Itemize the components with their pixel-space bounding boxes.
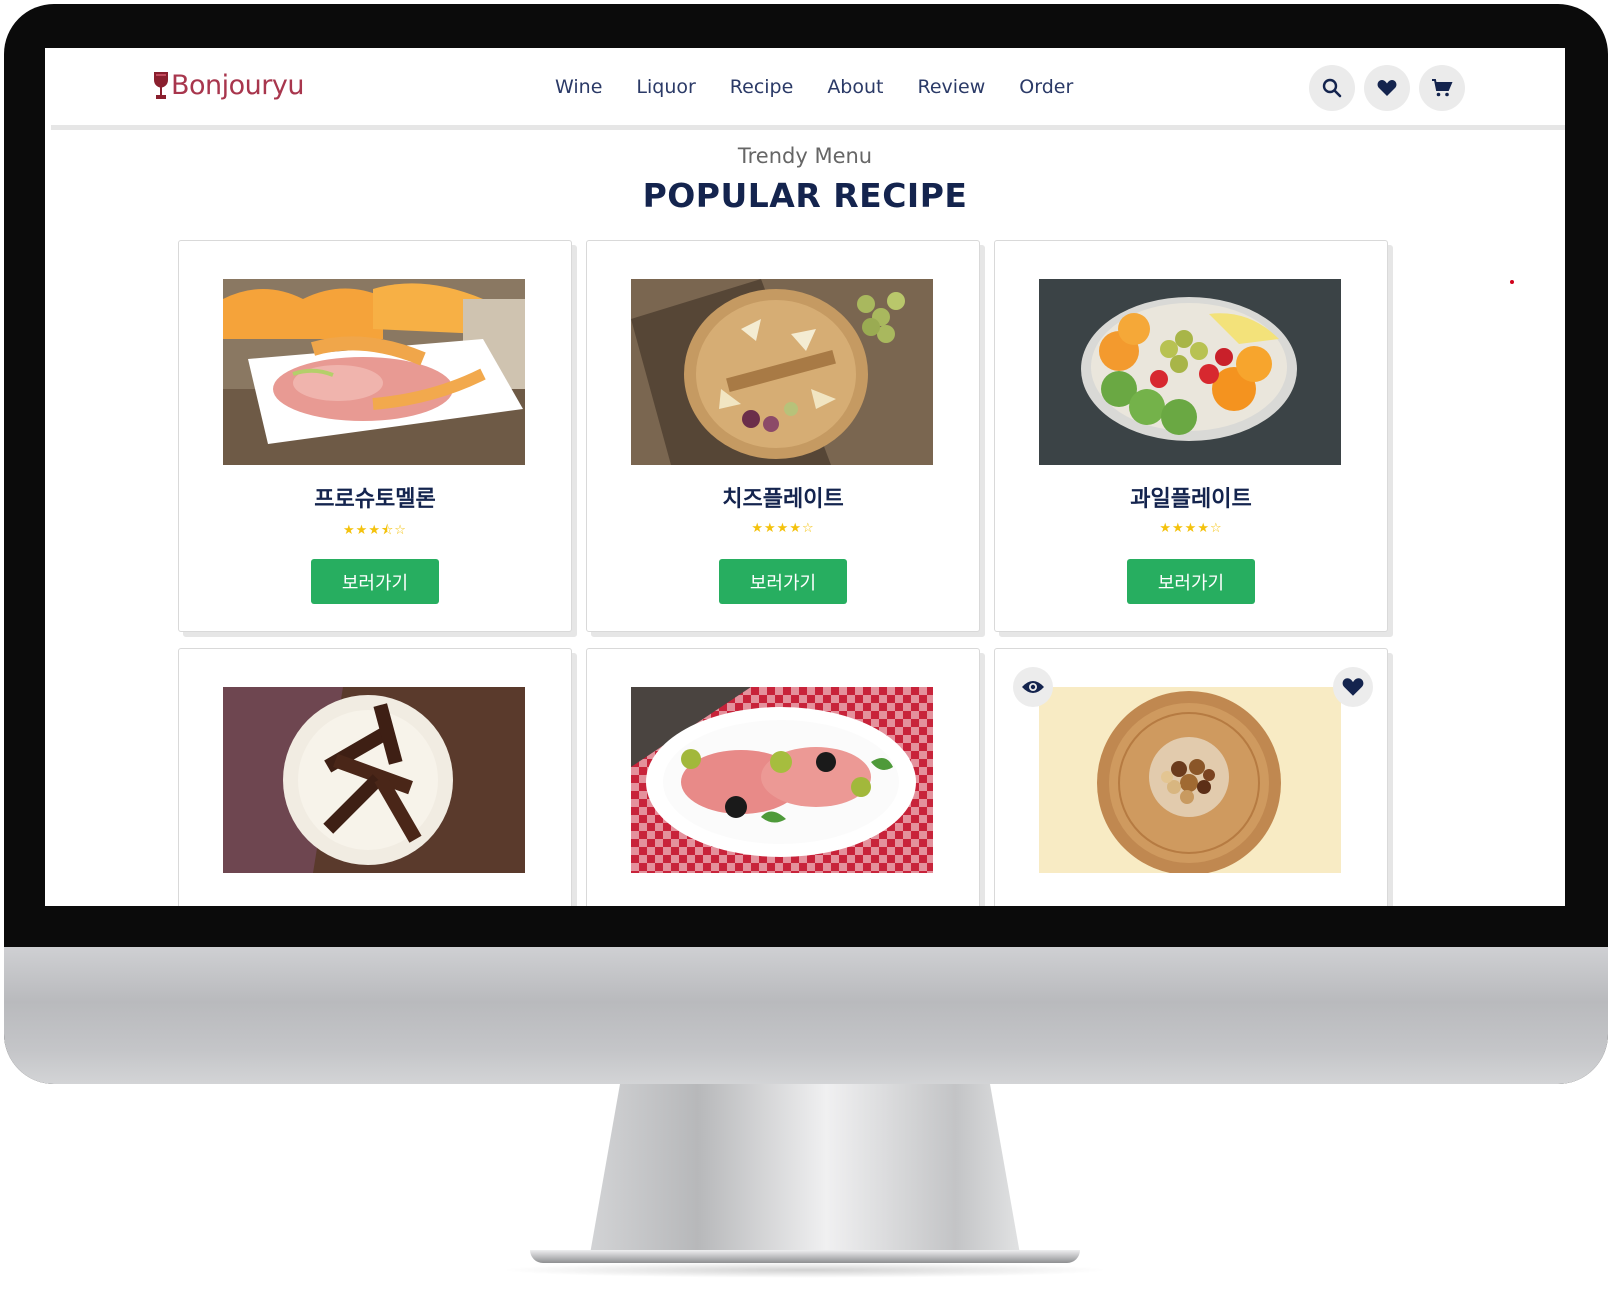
brand-name: Bonjouryu xyxy=(171,70,304,101)
nav-icon-buttons xyxy=(1309,65,1465,111)
recipe-title: 프로슈토멜론 xyxy=(314,487,436,512)
recipe-card xyxy=(586,648,980,906)
nav-link-liquor[interactable]: Liquor xyxy=(636,76,695,98)
mixed-nuts-image[interactable] xyxy=(1039,687,1341,873)
nav-links: Wine Liquor Recipe About Review Order xyxy=(555,76,1073,98)
cart-icon xyxy=(1432,79,1453,97)
nav-link-review[interactable]: Review xyxy=(918,76,986,98)
favorite-button[interactable] xyxy=(1333,667,1373,707)
brand-logo[interactable]: Bonjouryu xyxy=(153,70,304,101)
nav-link-wine[interactable]: Wine xyxy=(555,76,602,98)
monitor-chin xyxy=(4,947,1608,1084)
recipe-card: 과일플레이트 ★★★★☆ 보러가기 xyxy=(994,240,1388,632)
nav-link-recipe[interactable]: Recipe xyxy=(730,76,794,98)
monitor-shadow xyxy=(500,1262,1110,1278)
star-rating: ★★★⯪☆ xyxy=(343,523,407,538)
star-rating: ★★★★☆ xyxy=(751,521,815,536)
search-icon xyxy=(1322,78,1342,98)
recipe-title: 과일플레이트 xyxy=(1130,487,1252,512)
browser-viewport: Bonjouryu Wine Liquor Recipe About Revie… xyxy=(45,48,1565,906)
monitor-stand xyxy=(590,1084,1020,1254)
eye-icon xyxy=(1022,681,1044,693)
prosciutto-plate-image[interactable] xyxy=(631,687,933,873)
heart-icon xyxy=(1377,80,1397,96)
view-recipe-button[interactable]: 보러가기 xyxy=(1127,559,1255,604)
prosciutto-melon-image[interactable] xyxy=(223,279,525,465)
heart-icon xyxy=(1342,678,1364,696)
nav-link-about[interactable]: About xyxy=(827,76,883,98)
recipe-card xyxy=(994,648,1388,906)
recipe-title: 치즈플레이트 xyxy=(722,487,844,512)
recipe-card: 프로슈토멜론 ★★★⯪☆ 보러가기 xyxy=(178,240,572,632)
chocolate-nougat-image[interactable] xyxy=(223,687,525,873)
monitor-foot xyxy=(530,1250,1080,1263)
search-button[interactable] xyxy=(1309,65,1355,111)
view-recipe-button[interactable]: 보러가기 xyxy=(719,559,847,604)
star-rating: ★★★★☆ xyxy=(1159,521,1223,536)
recipe-card: 치즈플레이트 ★★★★☆ 보러가기 xyxy=(586,240,980,632)
cheese-board-image[interactable] xyxy=(631,279,933,465)
quick-view-button[interactable] xyxy=(1013,667,1053,707)
recipe-card xyxy=(178,648,572,906)
decorative-dot xyxy=(1510,280,1514,284)
view-recipe-button[interactable]: 보러가기 xyxy=(311,559,439,604)
cart-button[interactable] xyxy=(1419,65,1465,111)
nav-link-order[interactable]: Order xyxy=(1019,76,1073,98)
section-subtitle: Trendy Menu xyxy=(737,144,873,168)
wishlist-button[interactable] xyxy=(1364,65,1410,111)
fruit-plate-image[interactable] xyxy=(1039,279,1341,465)
wine-glass-icon xyxy=(154,71,168,99)
section-title: POPULAR RECIPE xyxy=(642,176,968,215)
navbar: Bonjouryu Wine Liquor Recipe About Revie… xyxy=(51,48,1565,130)
